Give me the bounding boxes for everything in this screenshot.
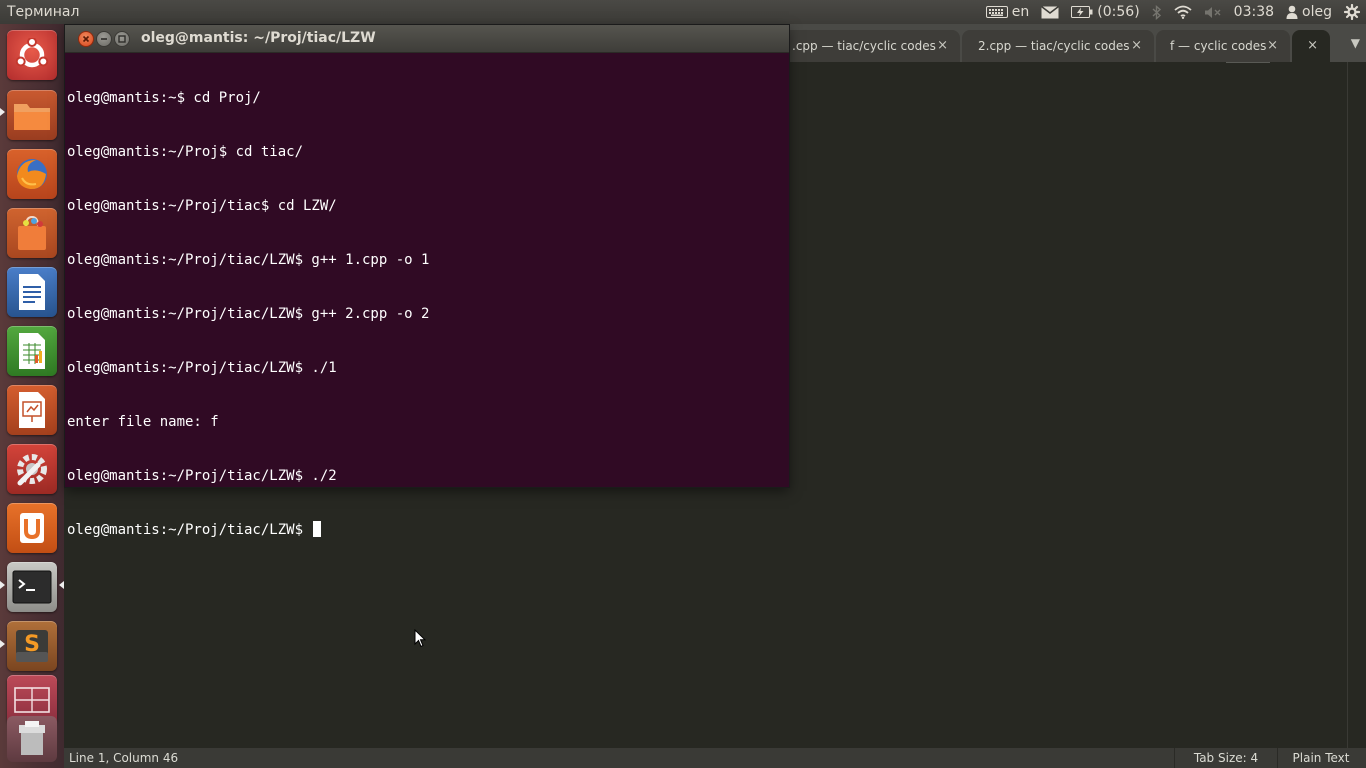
battery-time: (0:56) <box>1097 4 1140 20</box>
ubuntu-one-icon <box>20 513 44 543</box>
workspaces-icon <box>14 687 50 713</box>
terminal-prompt: oleg@mantis:~/Proj/tiac/LZW$ <box>67 522 312 538</box>
launcher-running-pip <box>0 640 5 648</box>
battery-icon <box>1071 6 1093 18</box>
folder-icon <box>14 104 50 130</box>
battery-indicator[interactable]: (0:56) <box>1071 0 1140 24</box>
firefox-icon <box>17 159 47 190</box>
sound-indicator[interactable] <box>1204 0 1222 24</box>
editor-status-bar: Line 1, Column 46 Tab Size: 4 Plain Text <box>64 748 1366 768</box>
sublime-text-icon: S <box>16 630 48 662</box>
syntax-selector[interactable]: Plain Text <box>1276 748 1366 768</box>
editor-tab-active[interactable]: × <box>1292 30 1330 62</box>
terminal-line: oleg@mantis:~/Proj/tiac/LZW$ ./1 <box>67 360 337 376</box>
editor-line-highlight <box>1226 62 1270 63</box>
window-minimize-button[interactable] <box>96 31 112 47</box>
terminal-window: oleg@mantis: ~/Proj/tiac/LZW oleg@mantis… <box>65 25 789 538</box>
launcher-sublime-button[interactable]: S <box>7 621 57 671</box>
editor-tab-label: f — cyclic codes <box>1170 39 1267 53</box>
close-icon <box>82 35 90 43</box>
user-icon <box>1286 5 1298 19</box>
terminal-output[interactable]: oleg@mantis:~$ cd Proj/ oleg@mantis:~/Pr… <box>67 53 787 538</box>
cursor-position: Line 1, Column 46 <box>69 751 179 765</box>
launcher-system-settings-button[interactable] <box>7 444 57 494</box>
window-maximize-button[interactable] <box>114 31 130 47</box>
close-icon[interactable]: × <box>937 30 948 62</box>
launcher-ubuntu-one-button[interactable] <box>7 503 57 553</box>
editor-tab[interactable]: .cpp — tiac/cyclic codes × <box>774 30 960 62</box>
launcher-terminal-button[interactable] <box>7 562 57 612</box>
close-icon[interactable]: × <box>1267 30 1278 62</box>
launcher-calc-button[interactable] <box>7 326 57 376</box>
presentation-icon <box>19 392 45 428</box>
user-indicator[interactable]: oleg <box>1286 0 1332 24</box>
trash-icon <box>19 721 45 755</box>
launcher-firefox-button[interactable] <box>7 149 57 199</box>
svg-text:S: S <box>24 632 40 657</box>
session-indicator[interactable] <box>1344 0 1360 24</box>
window-close-button[interactable] <box>78 31 94 47</box>
ubuntu-logo-icon <box>15 38 49 68</box>
keyboard-indicator[interactable]: en <box>985 0 1030 24</box>
wrench-gear-icon <box>17 454 47 486</box>
indicator-area: en (0:56) 03:38 oleg <box>985 0 1366 24</box>
close-icon[interactable]: × <box>1307 30 1318 62</box>
terminal-line: oleg@mantis:~/Proj/tiac/LZW$ ./2 <box>67 468 337 484</box>
clock-indicator[interactable]: 03:38 <box>1234 0 1274 24</box>
terminal-line: oleg@mantis:~/Proj/tiac/LZW$ g++ 2.cpp -… <box>67 306 430 322</box>
launcher-writer-button[interactable] <box>7 267 57 317</box>
launcher-impress-button[interactable] <box>7 385 57 435</box>
launcher-dash-button[interactable] <box>7 30 57 80</box>
editor-tab[interactable]: 2.cpp — tiac/cyclic codes × <box>962 30 1154 62</box>
terminal-icon <box>12 570 52 604</box>
editor-tab-label: 2.cpp — tiac/cyclic codes <box>978 39 1130 53</box>
launcher-running-pip <box>0 581 5 589</box>
speaker-muted-icon <box>1204 6 1221 18</box>
tab-size-selector[interactable]: Tab Size: 4 <box>1174 748 1278 768</box>
wifi-icon <box>1174 5 1192 19</box>
mouse-pointer-icon <box>414 629 426 648</box>
editor-tab[interactable]: f — cyclic codes × <box>1156 30 1290 62</box>
shopping-bag-icon <box>18 215 46 250</box>
user-name: oleg <box>1302 4 1332 20</box>
envelope-icon <box>1041 5 1060 18</box>
bluetooth-icon <box>1152 4 1161 20</box>
messaging-indicator[interactable] <box>1041 0 1060 24</box>
top-panel: Терминал en (0:56) 03:38 oleg <box>0 0 1366 24</box>
launcher-trash-button[interactable] <box>7 716 57 762</box>
minimize-icon <box>101 38 107 40</box>
maximize-icon <box>118 35 126 43</box>
active-app-name: Терминал <box>7 4 80 20</box>
clock-label: 03:38 <box>1233 4 1275 20</box>
bluetooth-indicator[interactable] <box>1152 0 1162 24</box>
launcher: S <box>0 24 65 768</box>
terminal-cursor <box>313 521 322 537</box>
terminal-prompt-line[interactable]: oleg@mantis:~/Proj/tiac/LZW$ <box>67 521 787 539</box>
launcher-running-pip <box>0 108 5 116</box>
spreadsheet-icon <box>19 333 45 369</box>
network-indicator[interactable] <box>1174 0 1192 24</box>
keyboard-icon <box>985 6 1008 18</box>
terminal-line: enter file name: f <box>67 414 219 430</box>
terminal-title: oleg@mantis: ~/Proj/tiac/LZW <box>141 30 376 46</box>
keyboard-layout-label: en <box>1011 4 1030 20</box>
terminal-line: oleg@mantis:~/Proj/tiac$ cd LZW/ <box>67 198 337 214</box>
terminal-line: oleg@mantis:~/Proj$ cd tiac/ <box>67 144 304 160</box>
terminal-titlebar[interactable]: oleg@mantis: ~/Proj/tiac/LZW <box>65 25 789 53</box>
launcher-software-center-button[interactable] <box>7 208 57 258</box>
launcher-files-button[interactable] <box>7 90 57 140</box>
gear-icon <box>1344 4 1360 20</box>
terminal-line: oleg@mantis:~/Proj/tiac/LZW$ g++ 1.cpp -… <box>67 252 430 268</box>
editor-tab-label: .cpp — tiac/cyclic codes <box>792 39 936 53</box>
document-icon <box>19 274 45 310</box>
terminal-line: oleg@mantis:~$ cd Proj/ <box>67 90 261 106</box>
editor-scrollbar[interactable] <box>1347 62 1366 748</box>
close-icon[interactable]: × <box>1131 30 1142 62</box>
tab-overflow-icon[interactable]: ▼ <box>1351 24 1360 62</box>
